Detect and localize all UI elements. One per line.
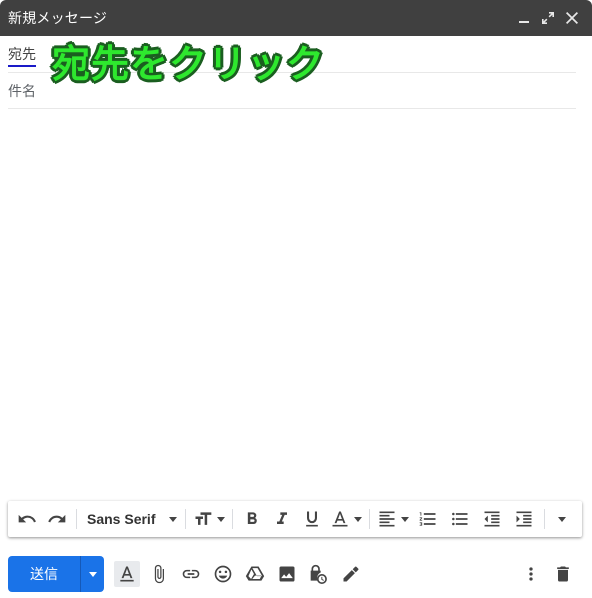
minimize-icon[interactable] [516,10,532,26]
toolbar-divider [232,509,233,529]
compose-action-bar: 送信 [8,556,584,592]
schedule-send-button[interactable] [80,556,104,592]
bold-icon[interactable] [237,505,267,533]
more-formatting-button[interactable] [549,505,571,533]
chevron-down-icon [169,516,177,522]
chevron-down-icon [217,516,225,522]
chevron-down-icon [401,516,409,522]
undo-icon[interactable] [12,505,42,533]
underline-icon[interactable] [297,505,327,533]
chevron-down-icon [88,571,97,577]
align-button[interactable] [374,505,412,533]
text-color-button[interactable] [327,505,365,533]
formatting-options-icon[interactable] [114,561,140,587]
compose-title-bar[interactable]: 新規メッセージ [0,0,592,36]
redo-icon[interactable] [42,505,72,533]
instruction-caption: 宛先をクリック [52,42,326,86]
message-body[interactable] [8,110,576,490]
window-title: 新規メッセージ [8,11,108,27]
discard-draft-icon[interactable] [550,561,576,587]
font-family-value: Sans Serif [87,511,156,527]
subject-label: 件名 [8,83,36,100]
toolbar-divider [544,509,545,529]
compose-tools [114,561,364,587]
text-color-icon [332,511,348,527]
chevron-down-icon [558,516,566,522]
formatting-toolbar: Sans Serif [8,501,582,537]
to-label[interactable]: 宛先 [8,44,36,67]
attach-file-icon[interactable] [146,561,172,587]
close-icon[interactable] [564,10,580,26]
insert-link-icon[interactable] [178,561,204,587]
font-size-button[interactable] [190,505,228,533]
drive-icon[interactable] [242,561,268,587]
emoji-icon[interactable] [210,561,236,587]
confidential-mode-icon[interactable] [306,561,332,587]
toolbar-divider [185,509,186,529]
indent-less-icon[interactable] [476,505,508,533]
window-controls [516,0,580,36]
send-button-group: 送信 [8,556,104,592]
insert-photo-icon[interactable] [274,561,300,587]
indent-more-icon[interactable] [508,505,540,533]
toolbar-divider [76,509,77,529]
toolbar-divider [369,509,370,529]
bulleted-list-icon[interactable] [444,505,476,533]
font-family-select[interactable]: Sans Serif [81,505,181,533]
align-left-icon [379,511,395,527]
italic-icon[interactable] [267,505,297,533]
chevron-down-icon [354,516,362,522]
send-button[interactable]: 送信 [8,556,80,592]
text-size-icon [195,512,212,525]
signature-icon[interactable] [338,561,364,587]
compose-secondary-actions [518,561,576,587]
more-options-icon[interactable] [518,561,544,587]
numbered-list-icon[interactable] [412,505,444,533]
fullscreen-icon[interactable] [540,10,556,26]
